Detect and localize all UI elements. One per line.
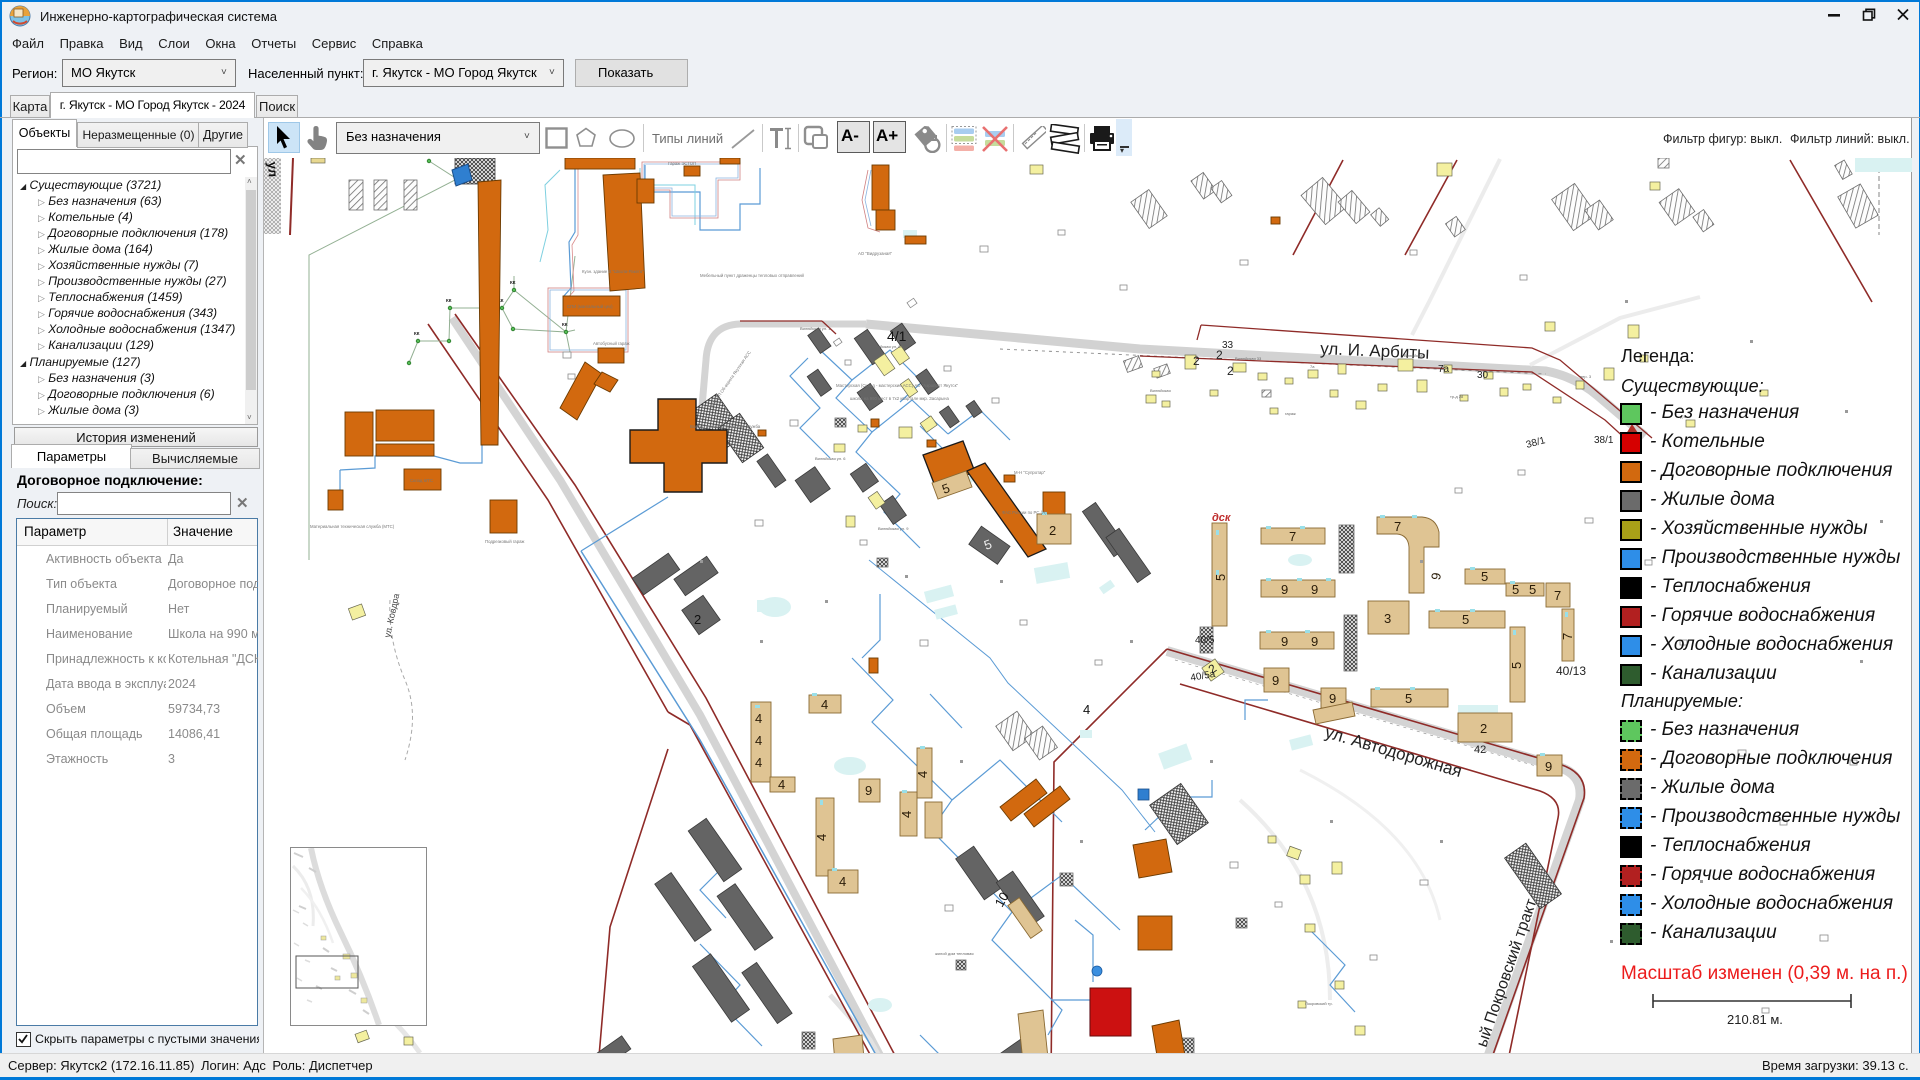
- svg-text:2: 2: [1216, 348, 1223, 362]
- svg-text:38/1: 38/1: [1594, 435, 1614, 446]
- svg-text:42: 42: [1474, 744, 1486, 756]
- svg-text:гараж: гараж: [1285, 411, 1296, 416]
- svg-text:4: 4: [755, 711, 762, 726]
- svg-text:2: 2: [1227, 364, 1234, 378]
- svg-text:СПИ (мангальный цех): СПИ (мангальный цех): [567, 304, 613, 309]
- svg-text:КК: КК: [446, 298, 452, 303]
- svg-text:7: 7: [1554, 588, 1561, 603]
- svg-text:Мастерская (Склад - мастерские: Мастерская (Склад - мастерские АСС) АО "…: [836, 383, 958, 388]
- svg-text:Вилюйская: Вилюйская: [1150, 388, 1171, 393]
- svg-text:33: 33: [1222, 340, 1234, 351]
- svg-text:4: 4: [755, 733, 762, 748]
- svg-text:9: 9: [1281, 634, 1288, 649]
- svg-text:Вилюйская ул. 9: Вилюйская ул. 9: [878, 526, 909, 531]
- svg-text:2: 2: [1193, 354, 1200, 368]
- svg-text:Подрезковый гараж: Подрезковый гараж: [485, 539, 524, 544]
- svg-text:9: 9: [1281, 582, 1288, 597]
- svg-text:5: 5: [1462, 612, 1469, 627]
- svg-text:2: 2: [1049, 523, 1056, 538]
- svg-text:дск: дск: [1212, 512, 1232, 524]
- svg-text:4: 4: [839, 874, 846, 889]
- svg-text:Мебельный пункт драженцы тепло: Мебельный пункт драженцы тепловых отправ…: [700, 273, 805, 278]
- svg-text:Вилюйская: Вилюйская: [1404, 353, 1425, 358]
- svg-text:Кузн. здание В "Школа-Ракета": Кузн. здание В "Школа-Ракета": [582, 269, 644, 274]
- svg-text:БГУОТП Об-ворота Якутская АСС: БГУОТП Об-ворота Якутская АСС: [709, 350, 752, 409]
- svg-text:9: 9: [1311, 634, 1318, 649]
- svg-text:ый Покровский тракт: ый Покровский тракт: [1474, 896, 1541, 1049]
- svg-text:9: 9: [1329, 691, 1336, 706]
- svg-text:Покровский тр.: Покровский тр.: [1305, 1001, 1333, 1006]
- svg-text:4: 4: [755, 755, 762, 770]
- svg-text:2: 2: [1480, 721, 1487, 736]
- svg-text:4: 4: [899, 811, 914, 818]
- svg-text:М-Н "Супротар": М-Н "Супротар": [1014, 470, 1046, 475]
- svg-text:Вилюйская 33: Вилюйская 33: [1235, 356, 1262, 361]
- svg-text:9: 9: [1428, 571, 1444, 581]
- svg-text:4: 4: [821, 697, 828, 712]
- svg-text:30: 30: [1477, 370, 1489, 381]
- svg-text:3: 3: [1384, 611, 1391, 626]
- svg-text:КК: КК: [414, 331, 420, 336]
- svg-text:7: 7: [1289, 529, 1296, 544]
- svg-text:Гараж ЭСТОП: Гараж ЭСТОП: [668, 161, 696, 166]
- svg-text:КК: КК: [562, 322, 568, 327]
- svg-text:7а: 7а: [1438, 364, 1450, 375]
- svg-text:5: 5: [1213, 574, 1228, 581]
- svg-text:7: 7: [1394, 519, 1401, 534]
- svg-text:40/13: 40/13: [1556, 664, 1586, 678]
- svg-text:КК: КК: [510, 280, 516, 285]
- svg-text:4: 4: [814, 834, 829, 841]
- svg-text:4: 4: [915, 771, 930, 778]
- svg-text:9: 9: [1311, 582, 1318, 597]
- svg-text:Склад МТС: Склад МТС: [410, 478, 433, 483]
- svg-text:школа на 990 мест в 7х2 кварта: школа на 990 мест в 7х2 квартале мкр. За…: [850, 396, 950, 401]
- svg-text:Вилюйская ул. 8.3: Вилюйская ул. 8.3: [870, 344, 905, 349]
- svg-text:5: 5: [1512, 582, 1519, 597]
- svg-text:жилой дом тепловая: жилой дом тепловая: [935, 951, 974, 956]
- svg-text:Вилюйская ул. 6: Вилюйская ул. 6: [815, 456, 846, 461]
- svg-text:9: 9: [865, 783, 872, 798]
- svg-text:2: 2: [694, 612, 701, 627]
- svg-text:Материальная техническая служб: Материальная техническая служба (МТС): [310, 524, 395, 529]
- svg-text:АО "Видрузаная": АО "Видрузаная": [858, 251, 893, 256]
- svg-text:4: 4: [778, 777, 785, 792]
- svg-text:7: 7: [1560, 633, 1575, 640]
- svg-text:40/5: 40/5: [1195, 635, 1215, 646]
- svg-text:5: 5: [1405, 691, 1412, 706]
- svg-text:5: 5: [1529, 582, 1536, 597]
- svg-text:38/1: 38/1: [1525, 435, 1547, 451]
- svg-text:ул. Ковдра: ул. Ковдра: [382, 593, 401, 639]
- svg-text:4/1: 4/1: [887, 328, 907, 344]
- svg-text:Вольер Кузнецов плановая служб: Вольер Кузнецов плановая служба: [690, 424, 761, 429]
- svg-text:7а: 7а: [1310, 364, 1315, 369]
- svg-text:4: 4: [1083, 702, 1090, 717]
- svg-text:9: 9: [1545, 759, 1552, 774]
- svg-text:пер. 3: пер. 3: [1580, 374, 1592, 379]
- svg-text:5: 5: [1481, 569, 1488, 584]
- svg-text:ул: ул: [265, 161, 281, 177]
- svg-text:тр-д 28: тр-д 28: [1450, 394, 1464, 399]
- svg-text:Вилюйская ул. 1: Вилюйская ул. 1: [800, 326, 831, 331]
- svg-text:ФАС России по РС (Я): ФАС России по РС (Я): [1002, 510, 1047, 515]
- svg-text:Автобусный гараж: Автобусный гараж: [593, 341, 630, 346]
- svg-text:9: 9: [1272, 673, 1279, 688]
- svg-text:5: 5: [1509, 662, 1524, 669]
